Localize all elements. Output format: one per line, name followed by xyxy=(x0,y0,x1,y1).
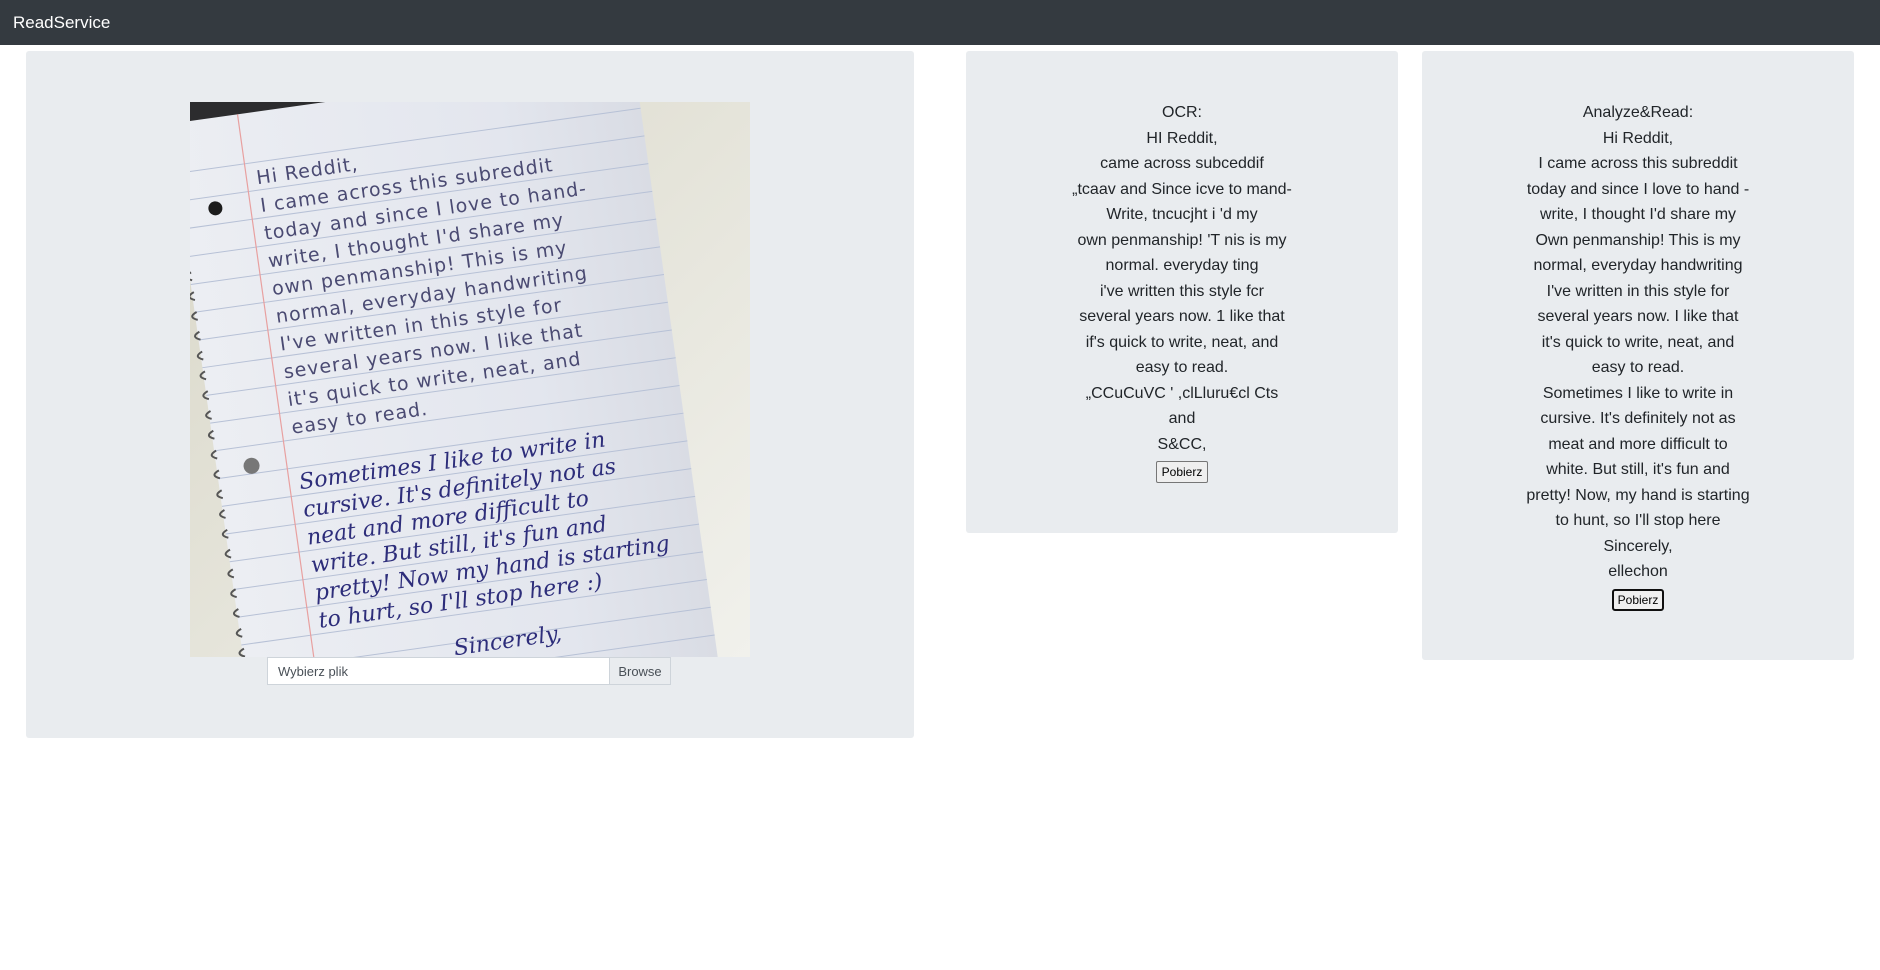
analyze-line: to hunt, so I'll stop here xyxy=(1555,512,1721,529)
ocr-line: easy to read. xyxy=(1135,359,1229,376)
ocr-line: came across subceddif xyxy=(1100,155,1264,172)
ocr-line: HI Reddit, xyxy=(1146,129,1218,147)
analyze-line: I came across this subreddit xyxy=(1538,155,1738,172)
analyze-line: cursive. It's definitely not as xyxy=(1540,410,1736,427)
file-upload-input[interactable]: Wybierz plik Browse xyxy=(267,657,671,685)
ocr-line: own penmanship! 'T nis is my xyxy=(1077,231,1287,249)
handwriting-photo: Hi Reddit, I came across this subreddit to… xyxy=(190,102,750,657)
ocr-heading: OCR: xyxy=(1162,104,1202,121)
ocr-line: several years now. 1 like that xyxy=(1079,308,1285,325)
analyze-line: normal, everyday handwriting xyxy=(1533,257,1743,274)
analyze-line: white. But still, it's fun and xyxy=(1546,461,1730,478)
ocr-line: i've written this style fcr xyxy=(1100,282,1264,300)
analyze-line: several years now. I like that xyxy=(1537,308,1739,325)
ocr-line: Write, tncucjht i 'd my xyxy=(1106,206,1258,223)
ocr-line: normal. everyday ting xyxy=(1105,257,1259,274)
browse-button[interactable]: Browse xyxy=(609,658,670,684)
ocr-line: and xyxy=(1168,410,1196,427)
ocr-line: „CCuCuVC ' ,clLluru€cl Cts xyxy=(1085,384,1279,402)
analyze-line: I've written in this style for xyxy=(1546,282,1730,300)
analyze-panel: Analyze&Read: Hi Reddit, I came across t… xyxy=(1422,51,1854,660)
analyze-line: Sincerely, xyxy=(1603,537,1673,555)
analyze-line: ellechon xyxy=(1608,563,1668,580)
ocr-line: „tcaav and Since icve to mand- xyxy=(1072,180,1292,198)
analyze-heading: Analyze&Read: xyxy=(1582,104,1694,121)
ocr-panel: OCR: HI Reddit, came across subceddif „t… xyxy=(966,51,1398,533)
analyze-line: write, I thought I'd share my xyxy=(1539,206,1737,223)
analyze-line: today and since I love to hand - xyxy=(1526,180,1750,198)
brand-link[interactable]: ReadService xyxy=(13,13,110,33)
analyze-line: Own penmanship! This is my xyxy=(1535,231,1741,249)
analyze-line: easy to read. xyxy=(1591,359,1685,376)
analyze-line: it's quick to write, neat, and xyxy=(1541,333,1735,351)
analyze-line: pretty! Now, my hand is starting xyxy=(1526,486,1750,504)
ocr-line: if's quick to write, neat, and xyxy=(1085,333,1279,351)
top-navbar: ReadService xyxy=(0,0,1880,45)
ocr-download-button[interactable]: Pobierz xyxy=(1155,461,1209,483)
upload-panel: Hi Reddit, I came across this subreddit to… xyxy=(26,51,914,738)
analyze-result: Analyze&Read: Hi Reddit, I came across t… xyxy=(1422,100,1854,612)
analyze-line: Sometimes I like to write in xyxy=(1542,384,1734,402)
analyze-line: meat and more difficult to xyxy=(1548,435,1728,453)
ocr-result: OCR: HI Reddit, came across subceddif „t… xyxy=(966,100,1398,485)
analyze-line: Hi Reddit, xyxy=(1602,129,1674,147)
ocr-line: S&CC, xyxy=(1157,435,1207,453)
analyze-download-button[interactable]: Pobierz xyxy=(1611,588,1665,611)
file-input-label[interactable]: Wybierz plik xyxy=(268,658,609,684)
